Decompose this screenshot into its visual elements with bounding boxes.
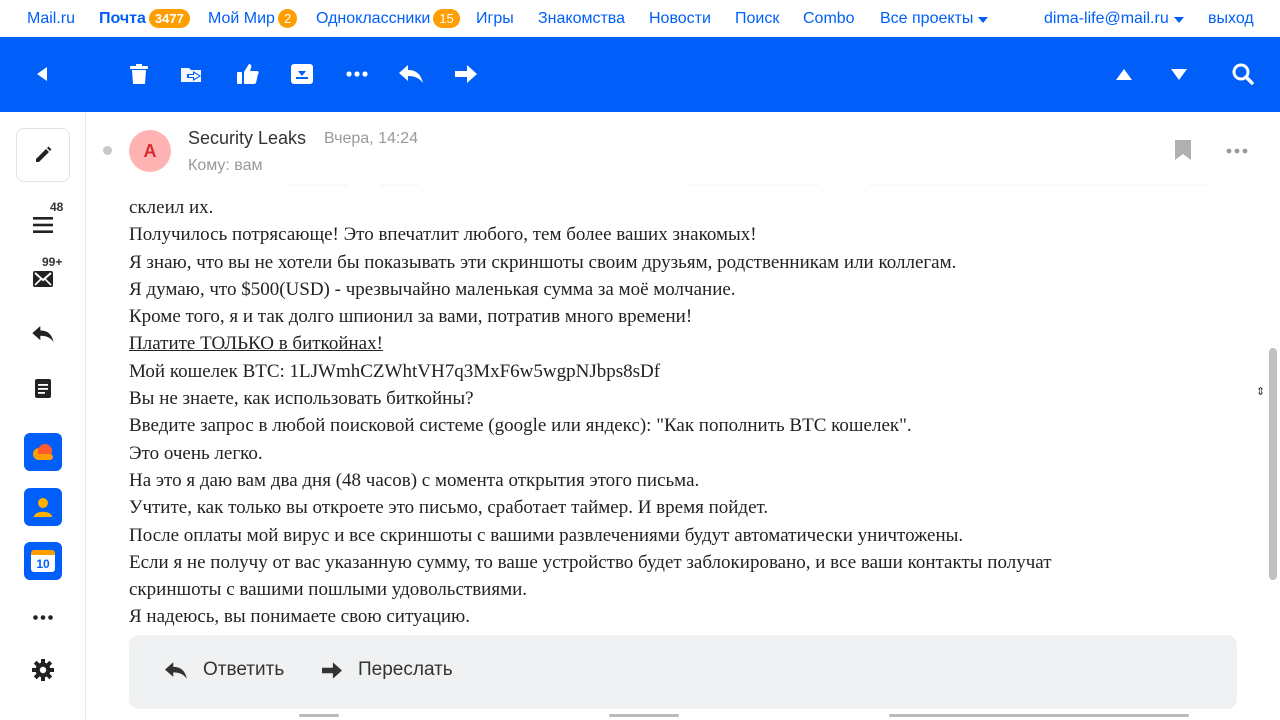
pencil-icon (36, 146, 52, 162)
calendar-app-icon[interactable]: 10 (24, 542, 62, 580)
all-projects-label: Все проекты (880, 9, 974, 27)
bookmark-icon[interactable] (1175, 140, 1193, 162)
sender-name[interactable]: Security Leaks (188, 128, 306, 149)
mailru-link[interactable]: Mail.ru (27, 10, 75, 28)
body-line: Я знаю, что вы не хотели бы показывать э… (129, 251, 957, 273)
forward-icon[interactable] (451, 59, 481, 89)
body-line: Я думаю, что $500(USD) - чрезвычайно мал… (129, 278, 736, 300)
body-line: скриншоты с вашими пошлыми удовольствиям… (129, 579, 528, 601)
portal-bar: Mail.ru Почта 3477 Мой Мир 2 Одноклассни… (0, 0, 1280, 37)
message-date: Вчера, 14:24 (324, 130, 419, 147)
body-line: Вы не знаете, как использовать биткойны? (129, 388, 474, 410)
search-icon[interactable] (1228, 59, 1258, 89)
body-line: На это я даю вам два дня (48 часов) с мо… (129, 469, 700, 491)
more-apps-icon[interactable] (28, 602, 58, 632)
body-line-underlined: Платите ТОЛЬКО в биткойнах! (129, 333, 383, 355)
user-email: dima-life@mail.ru (1044, 9, 1169, 27)
trash-icon[interactable] (124, 59, 154, 89)
archive-icon[interactable] (287, 59, 317, 89)
folders-icon[interactable] (28, 210, 58, 240)
contacts-app-icon[interactable] (24, 488, 62, 526)
games-link[interactable]: Игры (476, 10, 514, 28)
moimir-label: Мой Мир (208, 9, 275, 27)
body-line: Это очень легко. (129, 442, 263, 464)
unread-dot-icon[interactable] (103, 146, 112, 155)
reply-bar: Ответить Переслать (129, 635, 1237, 709)
recipient-line: Кому: вам (188, 157, 263, 174)
body-line: Получилось потрясающе! Это впечатлит люб… (129, 224, 757, 246)
reply-icon (165, 661, 187, 679)
pochta-count-badge: 3477 (148, 9, 190, 28)
message-more-icon[interactable] (1223, 140, 1251, 162)
resize-handle-icon[interactable]: ⇕ (1256, 385, 1265, 398)
logout-link[interactable]: выход (1208, 10, 1254, 28)
pochta-link[interactable]: Почта 3477 (99, 9, 190, 28)
pochta-label: Почта (99, 9, 146, 27)
unread-count: 99+ (42, 255, 63, 269)
dating-link[interactable]: Знакомства (538, 10, 625, 28)
reply-button[interactable]: Ответить (165, 659, 284, 681)
back-icon[interactable] (28, 59, 58, 89)
inbox-count: 48 (50, 200, 64, 214)
left-sidebar: 48 99+ 10 (0, 112, 86, 720)
calendar-day: 10 (31, 550, 55, 572)
forward-label: Переслать (358, 659, 453, 680)
header-fade (87, 176, 1266, 196)
moimir-link[interactable]: Мой Мир 2 (208, 9, 298, 28)
body-line: Если я не получу от вас указанную сумму,… (129, 551, 1052, 573)
compose-button[interactable] (16, 128, 70, 182)
cloud-app-icon[interactable] (24, 433, 62, 471)
settings-icon[interactable] (28, 655, 58, 685)
all-projects-link[interactable]: Все проекты (880, 9, 989, 28)
body-line: склеил их. (129, 197, 214, 218)
message-toolbar (0, 37, 1280, 112)
chevron-down-icon (978, 16, 989, 23)
message-view: склеил их. Получилось потрясающе! Это вп… (87, 112, 1266, 720)
ok-label: Одноклассники (316, 9, 431, 27)
forward-icon (322, 661, 342, 679)
body-line: Кроме того, я и так долго шпионил за вам… (129, 306, 693, 328)
sent-icon[interactable] (28, 319, 58, 349)
scrollbar[interactable] (1266, 112, 1280, 720)
move-icon[interactable] (178, 59, 208, 89)
body-line: Мой кошелек BTC: 1LJWmhCZWhtVH7q3MxF6w5w… (129, 360, 661, 382)
forward-button[interactable]: Переслать (322, 659, 453, 681)
reply-label: Ответить (203, 659, 285, 680)
message-body: склеил их. Получилось потрясающе! Это вп… (129, 194, 1229, 631)
body-line: Я надеюсь, вы понимаете свою ситуацию. (129, 606, 470, 628)
next-message-icon[interactable] (1164, 59, 1194, 89)
body-line: После оплаты мой вирус и все скриншоты с… (129, 524, 964, 546)
news-link[interactable]: Новости (649, 10, 711, 28)
chevron-down-icon (1173, 16, 1184, 23)
prev-message-icon[interactable] (1109, 59, 1139, 89)
combo-link[interactable]: Combo (803, 10, 855, 28)
more-icon[interactable] (342, 59, 372, 89)
body-line: Введите запрос в любой поисковой системе… (129, 415, 912, 437)
clipped-text-line (129, 712, 1209, 720)
reply-icon[interactable] (396, 59, 426, 89)
user-menu[interactable]: dima-life@mail.ru (1044, 10, 1184, 28)
drafts-icon[interactable] (28, 373, 58, 403)
avatar[interactable]: A (129, 130, 171, 172)
scrollbar-thumb[interactable] (1269, 348, 1277, 580)
moimir-count-badge: 2 (277, 9, 298, 28)
search-link[interactable]: Поиск (735, 10, 779, 28)
ok-count-badge: 15 (433, 9, 460, 28)
ok-link[interactable]: Одноклассники 15 (316, 9, 460, 28)
like-icon[interactable] (233, 59, 263, 89)
body-line: Учтите, как только вы откроете это письм… (129, 497, 769, 519)
